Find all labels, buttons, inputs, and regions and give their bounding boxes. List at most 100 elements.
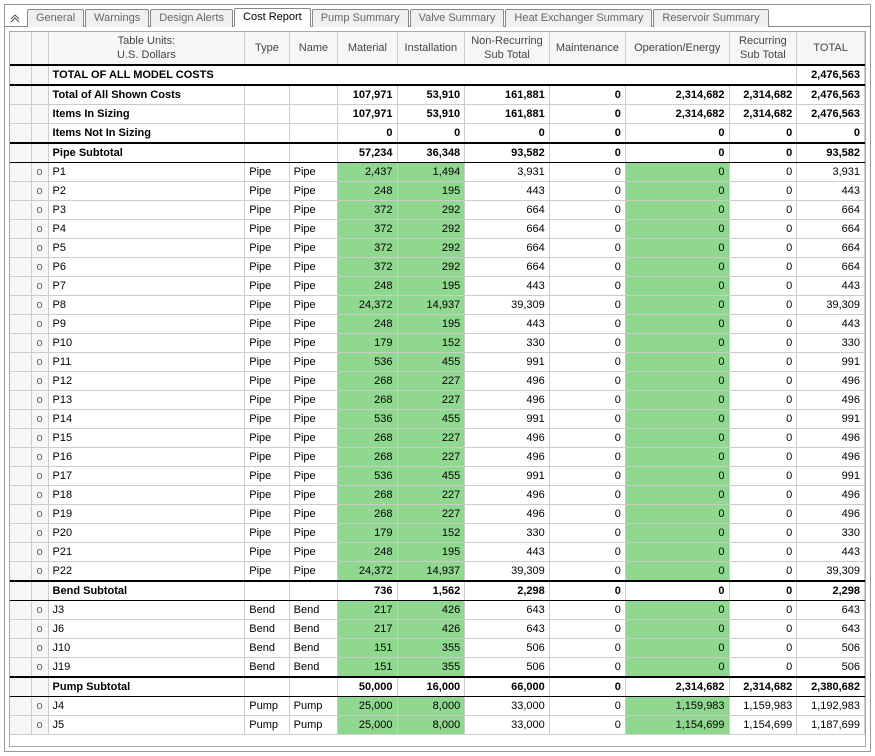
table-row[interactable]: oP17PipePipe536455991000991 (10, 467, 865, 486)
expand[interactable] (31, 105, 48, 124)
expand-icon[interactable]: o (31, 716, 48, 735)
table-row[interactable]: oJ10BendBend151355506000506 (10, 639, 865, 658)
row-header[interactable] (10, 562, 31, 582)
row-header[interactable] (10, 85, 31, 105)
row-header[interactable] (10, 524, 31, 543)
row-header[interactable] (10, 601, 31, 620)
row-header[interactable] (10, 201, 31, 220)
table-row[interactable]: oP1PipePipe2,4371,4943,9310003,931 (10, 163, 865, 182)
tab-heat-exchanger-summary[interactable]: Heat Exchanger Summary (505, 9, 652, 27)
tab-general[interactable]: General (27, 9, 84, 27)
row-header[interactable] (10, 372, 31, 391)
col-type[interactable]: Type (245, 32, 289, 65)
row-header[interactable] (10, 239, 31, 258)
table-row[interactable]: oP20PipePipe179152330000330 (10, 524, 865, 543)
expand-icon[interactable]: o (31, 467, 48, 486)
table-row[interactable]: oP14PipePipe536455991000991 (10, 410, 865, 429)
expand-icon[interactable]: o (31, 220, 48, 239)
expand-icon[interactable]: o (31, 601, 48, 620)
expand[interactable] (31, 143, 48, 163)
expand-icon[interactable]: o (31, 239, 48, 258)
expand-icon[interactable]: o (31, 258, 48, 277)
expand-icon[interactable]: o (31, 639, 48, 658)
col-installation[interactable]: Installation (397, 32, 465, 65)
col-maintenance[interactable]: Maintenance (549, 32, 625, 65)
tab-cost-report[interactable]: Cost Report (234, 8, 311, 27)
collapse-icon[interactable] (7, 10, 23, 26)
row-header[interactable] (10, 315, 31, 334)
table-row[interactable]: oP21PipePipe248195443000443 (10, 543, 865, 562)
row-header[interactable] (10, 105, 31, 124)
expand-icon[interactable]: o (31, 658, 48, 678)
expand-icon[interactable]: o (31, 296, 48, 315)
row-header[interactable] (10, 620, 31, 639)
row-header[interactable] (10, 353, 31, 372)
table-row[interactable]: oP6PipePipe372292664000664 (10, 258, 865, 277)
table-row[interactable]: oP2PipePipe248195443000443 (10, 182, 865, 201)
expand-icon[interactable]: o (31, 163, 48, 182)
expand-icon[interactable]: o (31, 524, 48, 543)
table-row[interactable]: oP22PipePipe24,37214,93739,30900039,309 (10, 562, 865, 582)
row-header[interactable] (10, 448, 31, 467)
row-header[interactable] (10, 543, 31, 562)
row-header[interactable] (10, 658, 31, 678)
row-header[interactable] (10, 505, 31, 524)
expand-icon[interactable]: o (31, 562, 48, 582)
table-row[interactable]: oP12PipePipe268227496000496 (10, 372, 865, 391)
row-header[interactable] (10, 65, 31, 85)
table-row[interactable]: oP8PipePipe24,37214,93739,30900039,309 (10, 296, 865, 315)
table-row[interactable]: oP11PipePipe536455991000991 (10, 353, 865, 372)
table-row[interactable]: oJ19BendBend151355506000506 (10, 658, 865, 678)
expand-icon[interactable]: o (31, 543, 48, 562)
row-header[interactable] (10, 429, 31, 448)
expand-icon[interactable]: o (31, 448, 48, 467)
expand-icon[interactable]: o (31, 486, 48, 505)
table-row[interactable]: oP4PipePipe372292664000664 (10, 220, 865, 239)
table-row[interactable]: oP18PipePipe268227496000496 (10, 486, 865, 505)
tab-reservoir-summary[interactable]: Reservoir Summary (653, 9, 768, 27)
col-total[interactable]: TOTAL (797, 32, 865, 65)
cost-grid[interactable]: Table Units:U.S. Dollars Type Name Mater… (9, 31, 866, 747)
table-row[interactable]: oP9PipePipe248195443000443 (10, 315, 865, 334)
expand-icon[interactable]: o (31, 697, 48, 716)
expand-icon[interactable]: o (31, 277, 48, 296)
row-header[interactable] (10, 182, 31, 201)
table-row[interactable]: oJ6BendBend217426643000643 (10, 620, 865, 639)
expand-icon[interactable]: o (31, 182, 48, 201)
tab-pump-summary[interactable]: Pump Summary (312, 9, 409, 27)
col-material[interactable]: Material (338, 32, 397, 65)
col-units[interactable]: Table Units:U.S. Dollars (48, 32, 245, 65)
expand-icon[interactable]: o (31, 620, 48, 639)
row-header[interactable] (10, 467, 31, 486)
expand[interactable] (31, 124, 48, 144)
expand-icon[interactable]: o (31, 334, 48, 353)
tab-valve-summary[interactable]: Valve Summary (410, 9, 505, 27)
tab-warnings[interactable]: Warnings (85, 9, 149, 27)
col-rowhdr[interactable] (10, 32, 31, 65)
col-nonrecurring[interactable]: Non-RecurringSub Total (465, 32, 550, 65)
table-row[interactable]: oP7PipePipe248195443000443 (10, 277, 865, 296)
table-row[interactable]: oP15PipePipe268227496000496 (10, 429, 865, 448)
tab-design-alerts[interactable]: Design Alerts (150, 9, 233, 27)
expand-icon[interactable]: o (31, 372, 48, 391)
col-name[interactable]: Name (289, 32, 338, 65)
table-row[interactable]: oJ5PumpPump25,0008,00033,00001,154,6991,… (10, 716, 865, 735)
row-header[interactable] (10, 697, 31, 716)
table-row[interactable]: oP10PipePipe179152330000330 (10, 334, 865, 353)
expand-icon[interactable]: o (31, 391, 48, 410)
row-header[interactable] (10, 277, 31, 296)
expand[interactable] (31, 65, 48, 85)
table-row[interactable]: oJ4PumpPump25,0008,00033,00001,159,9831,… (10, 697, 865, 716)
row-header[interactable] (10, 163, 31, 182)
table-row[interactable]: oP3PipePipe372292664000664 (10, 201, 865, 220)
row-header[interactable] (10, 296, 31, 315)
table-row[interactable]: oP5PipePipe372292664000664 (10, 239, 865, 258)
table-row[interactable]: oP13PipePipe268227496000496 (10, 391, 865, 410)
row-header[interactable] (10, 581, 31, 601)
table-row[interactable]: oP16PipePipe268227496000496 (10, 448, 865, 467)
row-header[interactable] (10, 258, 31, 277)
row-header[interactable] (10, 716, 31, 735)
row-header[interactable] (10, 639, 31, 658)
row-header[interactable] (10, 220, 31, 239)
row-header[interactable] (10, 143, 31, 163)
